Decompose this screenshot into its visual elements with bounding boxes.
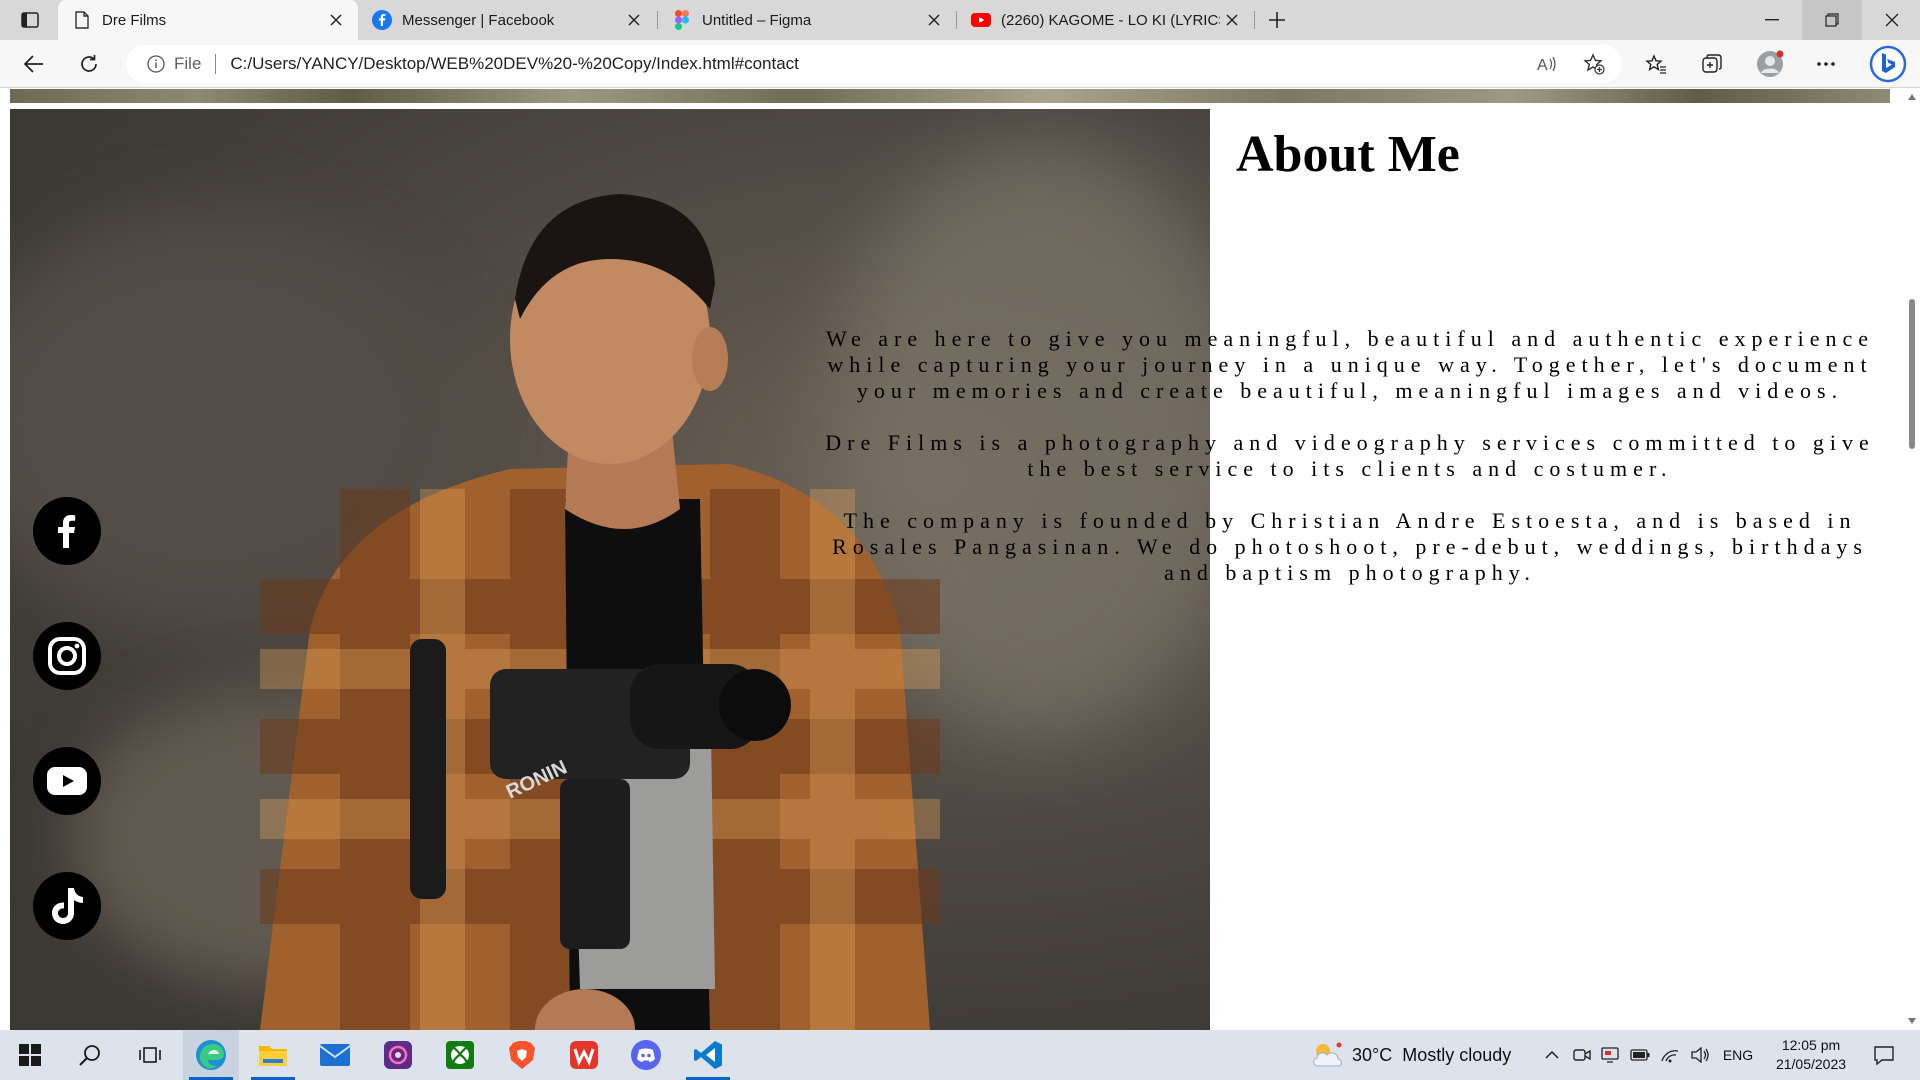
browser-toolbar: File C:/Users/YANCY/Desktop/WEB%20DEV%20…: [0, 40, 1920, 88]
facebook-icon: [58, 515, 76, 548]
about-text: We are here to give you meaningful, beau…: [805, 326, 1895, 612]
weather-cloudy-icon: [1313, 1042, 1342, 1067]
show-hidden-icons-icon[interactable]: [1540, 1030, 1564, 1080]
device-manager-icon[interactable]: [1598, 1030, 1622, 1080]
close-tab-icon[interactable]: [1220, 8, 1244, 32]
youtube-icon: [47, 767, 87, 795]
restore-icon[interactable]: [1802, 0, 1862, 40]
youtube-icon: [971, 10, 991, 30]
tab-separator: [1254, 11, 1255, 29]
discord-icon[interactable]: [618, 1030, 674, 1080]
add-favorite-icon[interactable]: [1582, 52, 1606, 76]
tab-youtube[interactable]: (2260) KAGOME - LO KI (LYRICS): [957, 0, 1254, 40]
wps-office-icon[interactable]: [556, 1030, 612, 1080]
system-clock[interactable]: 12:05 pm 21/05/2023: [1766, 1036, 1856, 1074]
minimize-icon[interactable]: [1742, 0, 1802, 40]
about-paragraph: The company is founded by Christian Andr…: [832, 508, 1868, 585]
windows-taskbar: 30°C Mostly cloudy ENG 12:05 pm 21/05/20…: [0, 1030, 1920, 1080]
new-tab-icon[interactable]: [1262, 6, 1292, 34]
page-viewport: RONIN About Me We are here to give you m…: [0, 89, 1920, 1030]
scroll-down-icon[interactable]: [1908, 1017, 1916, 1025]
about-paragraph: Dre Films is a photography and videograp…: [825, 430, 1875, 481]
notifications-icon[interactable]: [1868, 1030, 1900, 1080]
meet-now-icon[interactable]: [1570, 1030, 1594, 1080]
weather-widget[interactable]: 30°C Mostly cloudy: [1310, 1030, 1511, 1080]
close-window-icon[interactable]: [1862, 0, 1920, 40]
wifi-icon[interactable]: [1658, 1030, 1682, 1080]
url-text[interactable]: C:/Users/YANCY/Desktop/WEB%20DEV%20-%20C…: [230, 54, 798, 74]
url-divider: [215, 54, 217, 74]
xbox-icon[interactable]: [432, 1030, 488, 1080]
tab-title: (2260) KAGOME - LO KI (LYRICS): [1001, 11, 1220, 29]
tab-title: Messenger | Facebook: [402, 11, 555, 29]
volume-icon[interactable]: [1688, 1030, 1712, 1080]
page-icon: [72, 10, 92, 30]
close-tab-icon[interactable]: [922, 8, 946, 32]
facebook-link[interactable]: [33, 497, 101, 565]
tiktok-link[interactable]: [33, 872, 101, 940]
tab-actions-icon[interactable]: [10, 6, 50, 34]
read-aloud-icon[interactable]: A: [1536, 52, 1560, 76]
start-icon[interactable]: [2, 1030, 58, 1080]
svg-text:A: A: [1537, 57, 1548, 73]
facebook-icon: [372, 10, 392, 30]
weather-temperature: 30°C: [1352, 1044, 1393, 1065]
browser-tab-strip: Dre Films Messenger | Facebook Untitled …: [0, 0, 1920, 40]
close-tab-icon[interactable]: [622, 8, 646, 32]
language-indicator[interactable]: ENG: [1718, 1030, 1758, 1080]
tab-messenger[interactable]: Messenger | Facebook: [358, 0, 656, 40]
page-scrollbar[interactable]: [1904, 89, 1920, 1030]
back-icon[interactable]: [18, 48, 50, 80]
hero-image-bottom-edge: [10, 89, 1890, 103]
mail-icon[interactable]: [307, 1030, 363, 1080]
scroll-up-icon[interactable]: [1908, 93, 1916, 101]
battery-icon[interactable]: [1628, 1030, 1652, 1080]
about-title: About Me: [1236, 126, 1460, 183]
youtube-link[interactable]: [33, 747, 101, 815]
collections-icon[interactable]: [1696, 48, 1728, 80]
instagram-icon: [48, 637, 86, 675]
about-paragraph: We are here to give you meaningful, beau…: [825, 326, 1874, 403]
figma-icon: [672, 10, 692, 30]
close-tab-icon[interactable]: [324, 8, 348, 32]
address-bar[interactable]: File C:/Users/YANCY/Desktop/WEB%20DEV%20…: [126, 45, 1622, 83]
url-scheme-label: File: [174, 54, 202, 73]
brave-icon[interactable]: [494, 1030, 550, 1080]
edge-icon[interactable]: [183, 1030, 239, 1080]
site-info-icon[interactable]: [146, 54, 166, 74]
weather-condition: Mostly cloudy: [1402, 1044, 1512, 1065]
tiktok-icon: [52, 888, 83, 924]
photo-app-icon[interactable]: [370, 1030, 426, 1080]
more-options-icon[interactable]: [1810, 48, 1842, 80]
tab-figma[interactable]: Untitled – Figma: [658, 0, 956, 40]
refresh-icon[interactable]: [73, 48, 105, 80]
bing-chat-icon[interactable]: [1868, 44, 1908, 84]
instagram-link[interactable]: [33, 622, 101, 690]
tab-dre-films[interactable]: Dre Films: [58, 0, 358, 40]
search-icon[interactable]: [62, 1030, 118, 1080]
clock-date: 21/05/2023: [1775, 1056, 1847, 1072]
tab-title: Dre Films: [102, 11, 167, 29]
task-view-icon[interactable]: [122, 1030, 178, 1080]
favorites-icon[interactable]: [1640, 48, 1672, 80]
clock-time: 12:05 pm: [1781, 1037, 1841, 1053]
scroll-thumb[interactable]: [1909, 299, 1915, 449]
vscode-icon[interactable]: [680, 1030, 736, 1080]
file-explorer-icon[interactable]: [245, 1030, 301, 1080]
profile-avatar[interactable]: [1754, 48, 1786, 80]
tab-title: Untitled – Figma: [702, 11, 812, 29]
